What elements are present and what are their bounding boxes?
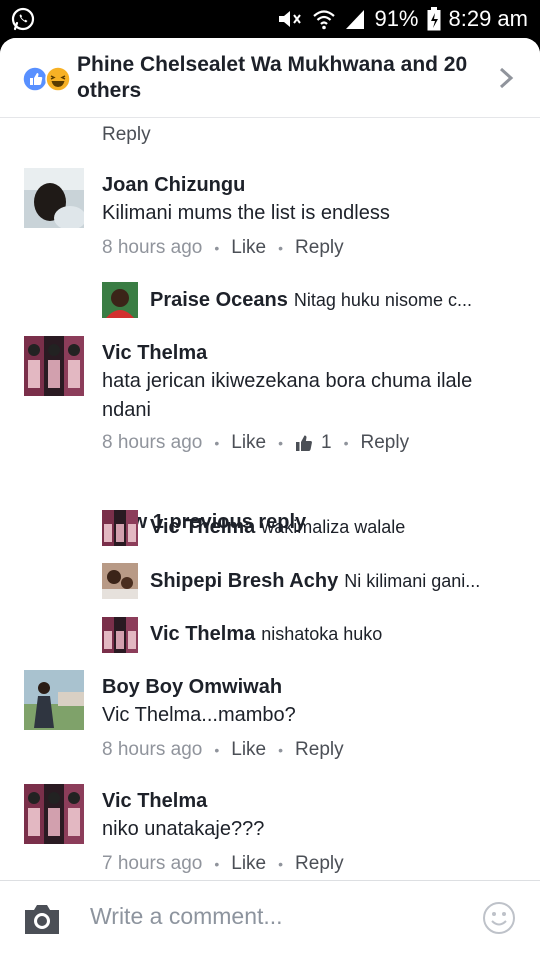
reply-avatar[interactable] (102, 282, 138, 318)
avatar[interactable] (24, 670, 84, 730)
comment-actions: 7 hours ago • Like • Reply (102, 853, 344, 875)
reply-text: nishatoka huko (261, 624, 383, 644)
mute-icon (279, 11, 302, 27)
like-button[interactable]: Like (231, 432, 266, 454)
reply-author[interactable]: Shipepi Bresh Achy (150, 570, 338, 592)
reply-avatar[interactable] (102, 510, 138, 546)
clock: 8:29 am (448, 6, 529, 31)
like-button[interactable]: Like (231, 739, 266, 761)
commenter-name[interactable]: Boy Boy Omwiwah (102, 676, 282, 699)
separator-dot: • (278, 435, 284, 451)
separator-dot: • (214, 240, 220, 256)
separator-dot: • (214, 742, 220, 758)
separator-dot: • (214, 856, 220, 872)
thumbs-up-icon (296, 435, 312, 451)
comment-text: niko unatakaje??? (102, 818, 265, 840)
like-reaction-icon (22, 66, 48, 92)
comment-time: 8 hours ago (102, 237, 203, 258)
like-button[interactable]: Like (231, 237, 266, 259)
comment-actions: 8 hours ago • Like • Reply (102, 739, 344, 761)
commenter-name[interactable]: Vic Thelma (102, 342, 207, 365)
wifi-icon (313, 10, 336, 30)
comment-text: Kilimani mums the list is endless (102, 202, 390, 224)
reply-item[interactable]: Vic Thelma nishatoka huko (150, 623, 520, 646)
reactions-summary[interactable]: Phine Chelsealet Wa Mukhwana and 20 othe… (77, 52, 497, 104)
reply-text: Nitag huku nisome c... (293, 290, 472, 310)
reply-text: Ni kilimani gani... (344, 571, 481, 591)
comment-text: Vic Thelma...mambo? (102, 704, 296, 726)
reply-text: wakimaliza walale (261, 517, 406, 537)
like-count[interactable]: 1 (295, 432, 332, 454)
reply-avatar[interactable] (102, 617, 138, 653)
comment-composer: Write a comment... (0, 880, 540, 960)
reply-avatar[interactable] (102, 563, 138, 599)
reply-item[interactable]: Shipepi Bresh Achy Ni kilimani gani... (150, 570, 520, 593)
battery-icon (427, 7, 440, 31)
battery-percent: 91% (374, 6, 419, 31)
reply-button[interactable]: Reply (361, 432, 410, 454)
whatsapp-icon (11, 7, 35, 31)
haha-reaction-icon (45, 66, 71, 92)
reply-author[interactable]: Praise Oceans (150, 289, 288, 311)
chevron-right-icon[interactable] (498, 66, 514, 90)
avatar[interactable] (24, 336, 84, 396)
reply-item[interactable]: Praise Oceans Nitag huku nisome c... (150, 289, 520, 312)
avatar[interactable] (24, 168, 84, 228)
reply-button[interactable]: Reply (295, 853, 344, 875)
signal-icon (346, 10, 365, 29)
reply-button[interactable]: Reply (295, 237, 344, 259)
smiley-icon[interactable] (482, 901, 516, 935)
like-count-value: 1 (321, 432, 332, 453)
comment-text: hata jerican ikiwezekana bora chuma ilal… (102, 370, 473, 421)
status-bar: 91% 8:29 am (0, 0, 540, 38)
commenter-name[interactable]: Joan Chizungu (102, 174, 245, 197)
commenter-name[interactable]: Vic Thelma (102, 790, 207, 813)
comment-actions: 8 hours ago • Like • 1 • Reply (102, 432, 409, 454)
comments-panel: Phine Chelsealet Wa Mukhwana and 20 othe… (0, 38, 540, 960)
separator-dot: • (343, 435, 349, 451)
separator-dot: • (278, 240, 284, 256)
reply-item[interactable]: Vic Thelma wakimaliza walale (150, 516, 520, 539)
separator-dot: • (278, 856, 284, 872)
reactions-icons (22, 66, 71, 92)
reactions-header[interactable]: Phine Chelsealet Wa Mukhwana and 20 othe… (0, 38, 540, 118)
reply-link[interactable]: Reply (102, 124, 151, 146)
separator-dot: • (278, 742, 284, 758)
reply-button[interactable]: Reply (295, 739, 344, 761)
comment-time: 8 hours ago (102, 739, 203, 760)
comment-time: 7 hours ago (102, 853, 203, 874)
avatar[interactable] (24, 784, 84, 844)
reply-author[interactable]: Vic Thelma (150, 516, 255, 538)
separator-dot: • (214, 435, 220, 451)
comment-time: 8 hours ago (102, 432, 203, 453)
like-button[interactable]: Like (231, 853, 266, 875)
camera-icon[interactable] (22, 901, 62, 937)
reply-author[interactable]: Vic Thelma (150, 623, 255, 645)
comment-actions: 8 hours ago • Like • Reply (102, 237, 344, 259)
comment-input[interactable]: Write a comment... (90, 903, 283, 930)
